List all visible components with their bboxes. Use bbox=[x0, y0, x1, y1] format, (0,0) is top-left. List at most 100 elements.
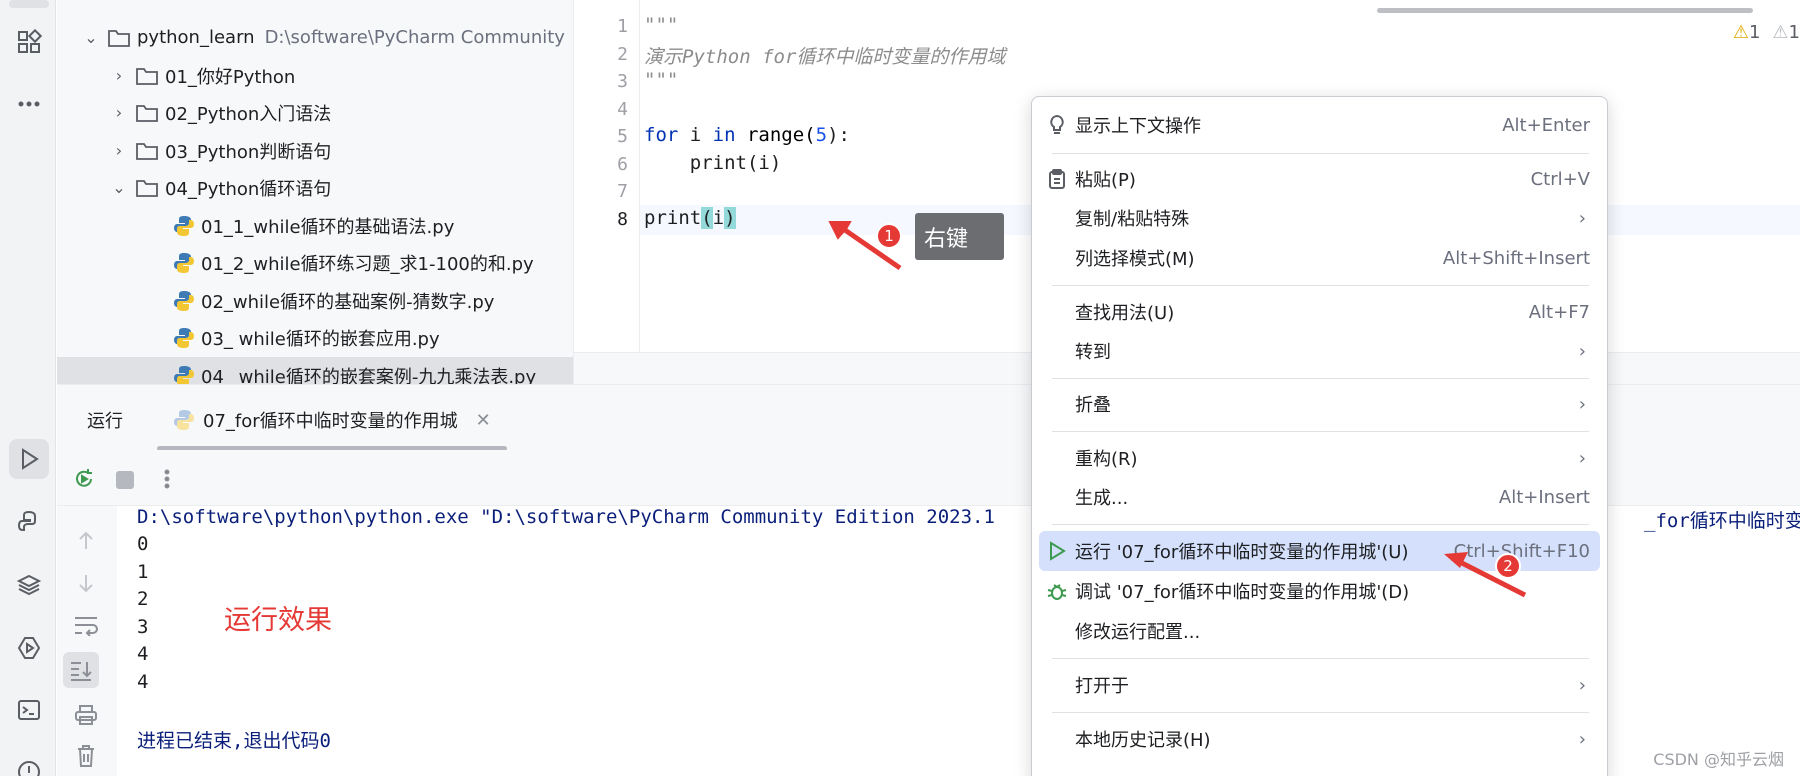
arrow-down-icon[interactable] bbox=[75, 572, 97, 594]
menu-item-shortcut: Alt+Shift+Insert bbox=[1442, 247, 1590, 269]
paren-token: ) bbox=[724, 207, 736, 229]
code-line-3: """ bbox=[644, 69, 679, 91]
tree-root[interactable]: ⌄ python_learn D:\software\PyCharm Commu… bbox=[57, 19, 573, 56]
clipboard-icon bbox=[1039, 168, 1075, 190]
tree-file-item[interactable]: 02_while循环的基础案例-猜数字.py bbox=[57, 282, 573, 319]
menu-item-show-context-actions[interactable]: 显示上下文操作 Alt+Enter bbox=[1039, 105, 1600, 145]
menu-item-label: 修改运行配置... bbox=[1075, 622, 1201, 643]
warning-icon: ⚠ bbox=[1732, 22, 1749, 43]
menu-item-label: 本地历史记录(H) bbox=[1075, 730, 1211, 751]
function-token: range( bbox=[735, 124, 816, 146]
tree-folder-item[interactable]: › 01_你好Python bbox=[57, 57, 573, 94]
menu-separator bbox=[1052, 378, 1589, 379]
menu-item-label: 打开于 bbox=[1075, 676, 1129, 697]
stop-icon[interactable] bbox=[115, 470, 135, 490]
menu-item-find-usages[interactable]: 查找用法(U) Alt+F7 bbox=[1039, 292, 1600, 332]
python-console-icon[interactable] bbox=[9, 502, 49, 542]
identifier-token: i bbox=[712, 207, 725, 229]
menu-item-shortcut: Alt+F7 bbox=[1528, 301, 1590, 323]
menu-item-folding[interactable]: 折叠 › bbox=[1039, 384, 1600, 424]
editor-hscrollbar[interactable] bbox=[1377, 8, 1753, 13]
tree-file-item[interactable]: 01_2_while循环练习题_求1-100的和.py bbox=[57, 244, 573, 281]
console-output-line: 0 bbox=[137, 533, 149, 555]
tree-root-path: D:\software\PyCharm Community bbox=[264, 27, 565, 48]
annotation-run-effect: 运行效果 bbox=[224, 605, 332, 636]
scroll-to-end-button[interactable] bbox=[63, 652, 99, 688]
python-file-icon bbox=[174, 215, 194, 236]
annotation-badge-1: 1 bbox=[876, 223, 902, 249]
tree-folder-item[interactable]: ⌄ 04_Python循环语句 bbox=[57, 169, 573, 206]
tree-folder-item[interactable]: › 02_Python入门语法 bbox=[57, 94, 573, 131]
trash-icon[interactable] bbox=[75, 744, 97, 768]
menu-item-refactor[interactable]: 重构(R) › bbox=[1039, 438, 1600, 478]
tool-window-strip bbox=[0, 0, 56, 776]
tree-file-item[interactable]: 01_1_while循环的基础语法.py bbox=[57, 207, 573, 244]
run-tool-icon[interactable] bbox=[9, 439, 49, 479]
python-file-icon bbox=[174, 252, 194, 273]
menu-item-label: 列选择模式(M) bbox=[1075, 249, 1195, 270]
soft-wrap-icon[interactable] bbox=[73, 614, 99, 636]
folder-icon bbox=[135, 178, 159, 198]
more-icon[interactable] bbox=[9, 84, 49, 124]
chevron-down-icon[interactable]: ⌄ bbox=[81, 28, 101, 47]
debug-bug-icon bbox=[1039, 580, 1075, 602]
weak-warning-count[interactable]: ⚠1 bbox=[1772, 22, 1800, 43]
tree-file-item[interactable]: 04_ while循环的嵌套案例-九九乘法表.py bbox=[57, 357, 573, 384]
run-panel-title: 运行 bbox=[87, 411, 123, 432]
inspection-widget[interactable]: ⚠1 ⚠1 bbox=[1733, 22, 1800, 43]
rerun-icon[interactable] bbox=[73, 468, 95, 490]
menu-item-copy-paste-special[interactable]: 复制/粘贴特殊 › bbox=[1039, 198, 1600, 238]
menu-separator bbox=[1052, 431, 1589, 432]
run-config-tab[interactable]: 07_for循环中临时变量的作用城 ✕ bbox=[173, 407, 491, 433]
chevron-down-icon[interactable]: ⌄ bbox=[109, 178, 129, 197]
menu-item-column-selection[interactable]: 列选择模式(M) Alt+Shift+Insert bbox=[1039, 238, 1600, 278]
menu-item-label: 查找用法(U) bbox=[1075, 303, 1175, 324]
console-command-tail: _for循环中临时变量 bbox=[1644, 510, 1800, 532]
line-number: 8 bbox=[617, 209, 628, 230]
chevron-right-icon: › bbox=[1578, 340, 1586, 362]
tree-folder-label: 04_Python循环语句 bbox=[165, 178, 332, 200]
menu-item-debug[interactable]: 调试 '07_for循环中临时变量的作用城'(D) bbox=[1039, 571, 1600, 611]
print-icon[interactable] bbox=[74, 704, 98, 726]
chevron-right-icon: › bbox=[1578, 728, 1586, 750]
lightbulb-icon bbox=[1039, 114, 1075, 136]
folder-icon bbox=[135, 103, 159, 123]
menu-item-go-to[interactable]: 转到 › bbox=[1039, 331, 1600, 371]
menu-item-paste[interactable]: 粘贴(P) Ctrl+V bbox=[1039, 159, 1600, 199]
menu-item-open-in[interactable]: 打开于 › bbox=[1039, 665, 1600, 705]
menu-separator bbox=[1052, 658, 1589, 659]
line-number: 1 bbox=[617, 16, 628, 37]
python-file-icon bbox=[174, 290, 194, 311]
close-icon[interactable]: ✕ bbox=[476, 410, 491, 431]
identifier-token: i bbox=[678, 124, 713, 146]
terminal-icon[interactable] bbox=[9, 690, 49, 730]
code-line-2: 演示Python for循环中临时变量的作用域 bbox=[644, 46, 1006, 68]
keyword-token: for bbox=[644, 124, 679, 146]
arrow-up-icon[interactable] bbox=[75, 530, 97, 552]
console-output-line: 2 bbox=[137, 588, 149, 610]
chevron-right-icon[interactable]: › bbox=[109, 141, 129, 160]
console-output-line: 1 bbox=[137, 561, 149, 583]
menu-item-local-history[interactable]: 本地历史记录(H) › bbox=[1039, 719, 1600, 759]
code-line-6: print(i) bbox=[644, 152, 782, 174]
tree-file-item[interactable]: 03_ while循环的嵌套应用.py bbox=[57, 319, 573, 356]
more-options-icon[interactable] bbox=[157, 468, 177, 490]
run-tab-label: 07_for循环中临时变量的作用城 bbox=[203, 411, 458, 432]
strip-top-stub bbox=[9, 0, 49, 8]
structure-icon[interactable] bbox=[9, 22, 49, 62]
chevron-right-icon[interactable]: › bbox=[109, 103, 129, 122]
python-file-icon bbox=[174, 365, 194, 384]
menu-item-generate[interactable]: 生成... Alt+Insert bbox=[1039, 477, 1600, 517]
layers-icon[interactable] bbox=[9, 565, 49, 605]
warning-count[interactable]: ⚠1 bbox=[1733, 22, 1761, 43]
tree-folder-item[interactable]: › 03_Python判断语句 bbox=[57, 132, 573, 169]
menu-separator bbox=[1052, 153, 1589, 154]
menu-item-label: 折叠 bbox=[1075, 395, 1111, 416]
problems-icon[interactable] bbox=[9, 752, 49, 776]
menu-item-modify-run-config[interactable]: 修改运行配置... bbox=[1039, 611, 1600, 651]
tree-folder-label: 01_你好Python bbox=[165, 66, 296, 88]
chevron-right-icon[interactable]: › bbox=[109, 66, 129, 85]
services-icon[interactable] bbox=[9, 628, 49, 668]
python-file-icon bbox=[174, 327, 194, 348]
line-number: 4 bbox=[617, 99, 628, 120]
